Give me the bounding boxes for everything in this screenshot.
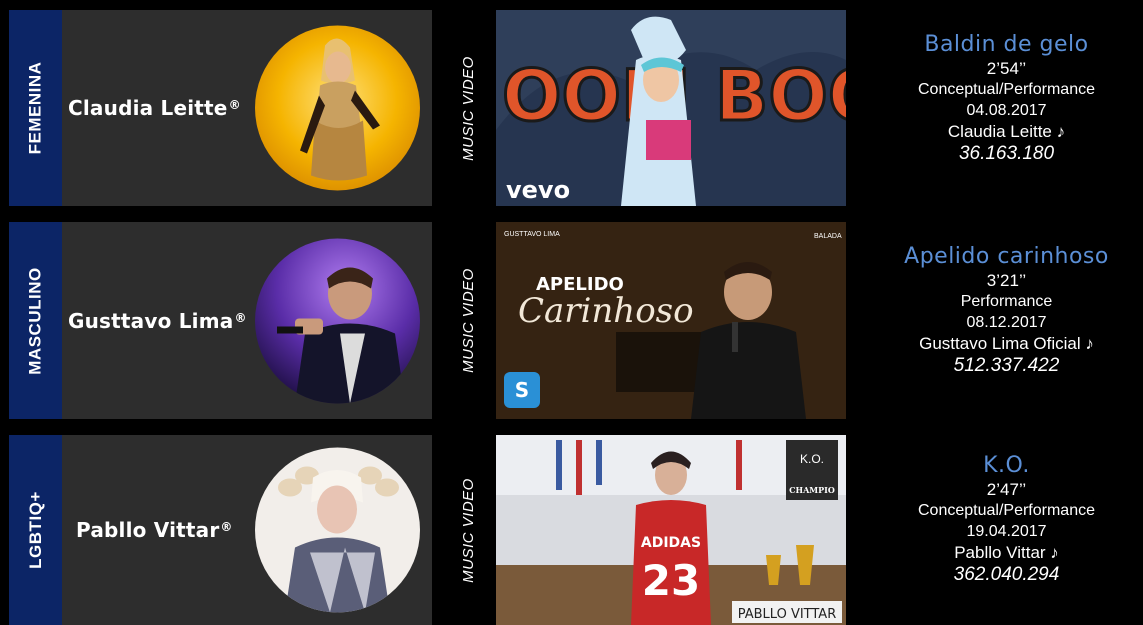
vevo-logo: vevo (506, 176, 570, 204)
song-duration: 2’47’’ (986, 480, 1027, 499)
music-video-strip: MUSIC VIDEO (440, 435, 496, 625)
view-count: 512.337.422 (953, 355, 1060, 376)
release-date: 19.04.2017 (966, 523, 1047, 540)
artist-row-claudia-leitte: FEMENINA Claudia Leitte® MUSIC VIDEO OOM… (0, 10, 1143, 206)
thumbnail-poster: K.O. (800, 452, 824, 466)
artist-panel: Pabllo Vittar® (62, 435, 432, 625)
channel-name[interactable]: Pabllo Vittar ♪ (870, 542, 1143, 563)
view-count: 36.163.180 (958, 143, 1055, 164)
artist-avatar (255, 447, 420, 613)
artist-name: Pabllo Vittar® (76, 518, 233, 542)
song-title[interactable]: Apelido carinhoso (870, 244, 1143, 270)
category-tab: FEMENINA (9, 10, 62, 206)
view-count: 362.040.294 (953, 564, 1060, 585)
video-type: Conceptual/Performance (918, 81, 1095, 98)
song-title[interactable]: Baldin de gelo (870, 32, 1143, 58)
music-video-strip: MUSIC VIDEO (440, 222, 496, 419)
release-date: 08.12.2017 (966, 314, 1047, 331)
song-duration: 3’21’’ (986, 271, 1027, 290)
song-duration: 2’54’’ (986, 59, 1027, 78)
channel-name[interactable]: Gusttavo Lima Oficial ♪ (870, 333, 1143, 354)
music-video-label: MUSIC VIDEO (459, 477, 477, 583)
video-thumbnail[interactable]: OOM BOO vevo (496, 10, 846, 206)
artist-avatar (255, 25, 420, 191)
artist-panel: Gusttavo Lima® (62, 222, 432, 419)
category-label: LGBTIQ+ (25, 491, 45, 569)
category-tab: MASCULINO (9, 222, 62, 419)
category-label: MASCULINO (25, 266, 45, 375)
thumbnail-corner-left: GUSTTAVO LIMA (504, 231, 560, 238)
video-type: Performance (960, 293, 1053, 310)
artist-row-pabllo-vittar: LGBTIQ+ Pabllo Vittar® MUSIC VIDEO K.O. … (0, 435, 1143, 625)
svg-text:S: S (515, 378, 529, 402)
song-title[interactable]: K.O. (870, 453, 1143, 479)
category-label: FEMENINA (25, 61, 45, 155)
channel-name[interactable]: Claudia Leitte ♪ (870, 121, 1143, 142)
thumbnail-jersey-number: 23 (642, 556, 700, 605)
release-date: 04.08.2017 (966, 102, 1047, 119)
artist-row-gusttavo-lima: MASCULINO Gusttavo Lima® MUSIC VIDEO APE… (0, 222, 1143, 419)
thumbnail-corner-right: BALADA (814, 233, 842, 240)
song-info: K.O. 2’47’’ Conceptual/Performance 19.04… (870, 435, 1143, 625)
video-type: Conceptual/Performance (918, 502, 1095, 519)
song-info: Apelido carinhoso 3’21’’ Performance 08.… (870, 222, 1143, 419)
video-thumbnail[interactable]: APELIDO Carinhoso GUSTTAVO LIMA BALADA S (496, 222, 846, 419)
artist-avatar (255, 238, 420, 403)
video-thumbnail[interactable]: K.O. CHAMPIO ADIDAS 23 PABLLO VITTAR (496, 435, 846, 625)
artist-name: Claudia Leitte® (68, 96, 241, 120)
artist-panel: Claudia Leitte® (62, 10, 432, 206)
thumbnail-sign: PABLLO VITTAR (738, 607, 837, 622)
thumbnail-jersey-text: ADIDAS (641, 535, 701, 551)
music-video-label: MUSIC VIDEO (459, 268, 477, 373)
music-video-label: MUSIC VIDEO (459, 55, 477, 161)
category-tab: LGBTIQ+ (9, 435, 62, 625)
music-video-strip: MUSIC VIDEO (440, 10, 496, 206)
thumbnail-poster-sub: CHAMPIO (789, 485, 835, 495)
thumbnail-title-main: Carinhoso (518, 291, 694, 331)
song-info: Baldin de gelo 2’54’’ Conceptual/Perform… (870, 10, 1143, 206)
artist-name: Gusttavo Lima® (68, 308, 247, 333)
